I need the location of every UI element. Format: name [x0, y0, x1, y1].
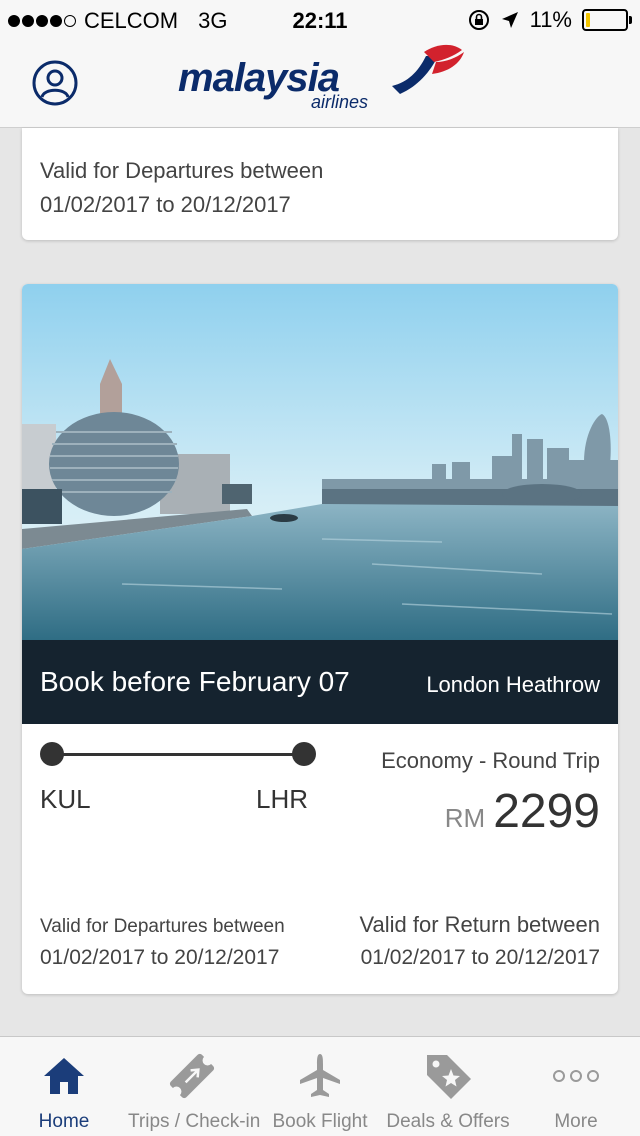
route-line — [40, 742, 316, 768]
tab-trips-checkin[interactable]: Trips / Check-in — [128, 1037, 261, 1136]
rotation-lock-icon — [468, 10, 489, 30]
origin-dot — [40, 742, 64, 766]
departure-validity-label: Valid for Departures between — [40, 158, 324, 183]
deal-title: Book before February 07 — [40, 666, 350, 697]
departure-validity-dates: 01/02/2017 to 20/12/2017 — [40, 192, 291, 217]
tag-star-icon — [427, 1055, 471, 1099]
home-icon — [44, 1058, 84, 1094]
return-validity-label: Valid for Return between — [359, 912, 600, 937]
wau-kite-icon — [392, 44, 464, 94]
currency: RM — [444, 803, 486, 833]
tab-trips-label: Trips / Check-in — [128, 1111, 261, 1132]
battery-percent: 11% — [529, 7, 572, 32]
ticket-icon — [169, 1053, 215, 1099]
tab-deals-offers[interactable]: Deals & Offers — [384, 1037, 512, 1136]
tab-home[interactable]: Home — [0, 1037, 128, 1136]
departure-validity-label: Valid for Departures between — [40, 916, 285, 937]
profile-icon[interactable] — [32, 60, 78, 106]
status-bar: CELCOM 3G 22:11 11% — [0, 0, 640, 40]
deal-card-london[interactable]: Book before February 07 London Heathrow … — [22, 284, 618, 994]
origin-code: KUL — [40, 784, 91, 814]
plane-icon — [300, 1054, 340, 1097]
battery-icon — [582, 9, 632, 31]
bottom-tab-bar: Home Trips / Check-in Book Flight Deals … — [0, 1036, 640, 1136]
tab-home-label: Home — [38, 1111, 90, 1132]
deal-destination: London Heathrow — [426, 672, 600, 697]
tab-more-label: More — [554, 1111, 598, 1132]
tab-deals-label: Deals & Offers — [386, 1111, 510, 1132]
destination-photo — [22, 284, 618, 640]
destination-code: LHR — [256, 784, 309, 814]
deal-banner: Book before February 07 London Heathrow — [22, 640, 618, 724]
tab-book-flight-label: Book Flight — [272, 1111, 368, 1132]
fare-price: RM 2299 — [445, 784, 600, 839]
deal-card-previous[interactable]: Valid for Departures between 01/02/2017 … — [22, 128, 618, 240]
more-dots-icon — [553, 1070, 599, 1082]
app-header: malaysia airlines — [0, 40, 640, 128]
cabin-type: Economy - Round Trip — [381, 748, 600, 773]
return-validity-dates: 01/02/2017 to 20/12/2017 — [360, 946, 600, 969]
malaysia-airlines-logo: malaysia airlines — [178, 42, 468, 122]
tab-book-flight[interactable]: Book Flight — [256, 1037, 384, 1136]
logo-subtext: airlines — [311, 92, 369, 112]
departure-validity-dates: 01/02/2017 to 20/12/2017 — [40, 946, 280, 969]
tab-more[interactable]: More — [512, 1037, 640, 1136]
location-arrow-icon — [501, 12, 518, 28]
destination-dot — [292, 742, 316, 766]
price-amount: 2299 — [493, 785, 600, 838]
